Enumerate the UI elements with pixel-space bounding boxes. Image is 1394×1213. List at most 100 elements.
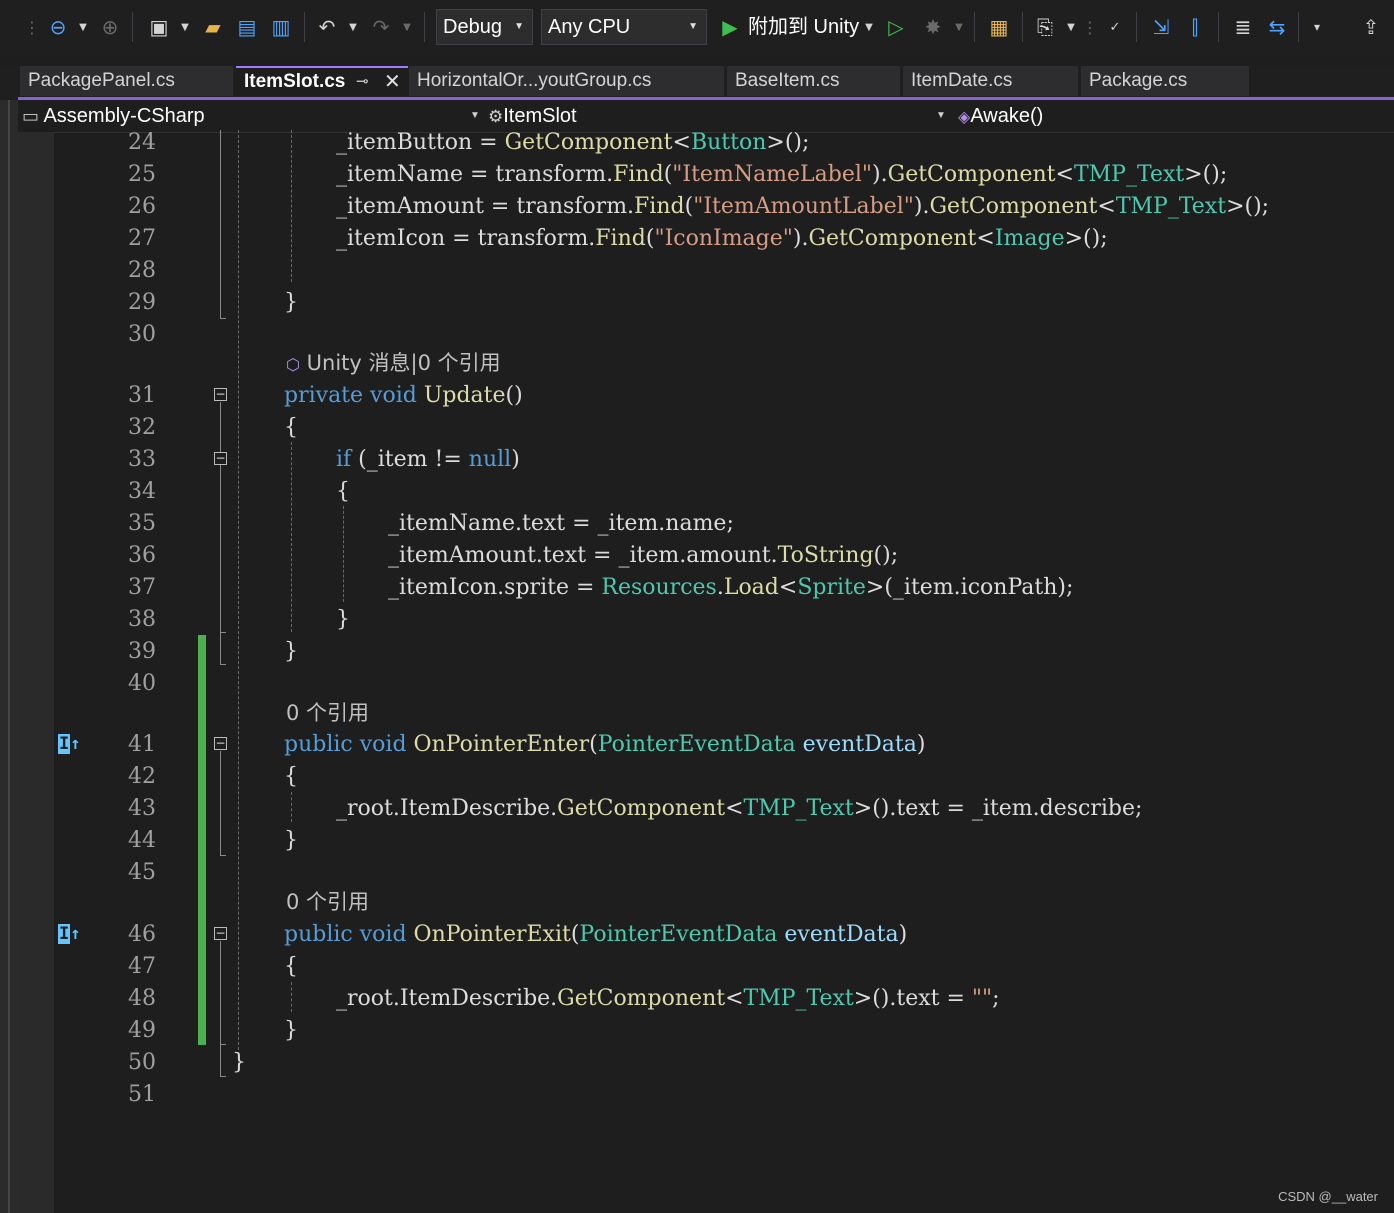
csharp-project-icon: ▭ xyxy=(22,106,40,126)
line-number: 42 xyxy=(128,764,156,789)
tab-itemdate[interactable]: ItemDate.cs xyxy=(903,66,1078,96)
save-icon[interactable]: ▤ xyxy=(232,10,262,44)
codelens-references[interactable]: 0 个引用 xyxy=(286,886,369,918)
hot-reload-dropdown-icon[interactable]: ▼ xyxy=(952,10,966,44)
back-dropdown-icon[interactable]: ▼ xyxy=(76,10,90,44)
line-number: 29 xyxy=(128,290,156,315)
undo-dropdown-icon[interactable]: ▼ xyxy=(346,10,360,44)
collapse-pointer-enter-toggle[interactable]: − xyxy=(214,737,227,750)
chevron-down-icon: ▼ xyxy=(514,21,524,32)
method-icon: ◈ xyxy=(958,109,971,126)
tab-package[interactable]: Package.cs xyxy=(1081,66,1249,96)
collapse-if-toggle[interactable]: − xyxy=(214,452,227,465)
line-number: 51 xyxy=(128,1082,156,1107)
start-without-debugging-icon[interactable]: ▷ xyxy=(884,10,908,44)
line-number: 39 xyxy=(128,639,156,664)
main-toolbar: ⋮ ⊖ ▼ ⊕ ▣ ▼ ▰ ▤ ▥ ↶ ▼ ↷ ▼ Debug ▼ Any CP… xyxy=(0,0,1394,56)
tab-horizontal-layout-group[interactable]: HorizontalOr...youtGroup.cs xyxy=(409,66,724,96)
implements-interface-icon[interactable]: I↑ xyxy=(58,924,81,944)
code-line: private void Update() xyxy=(284,383,523,408)
new-project-dropdown-icon[interactable]: ▼ xyxy=(178,10,192,44)
line-number: 36 xyxy=(128,543,156,568)
code-line: } xyxy=(284,290,298,315)
tab-label: BaseItem.cs xyxy=(735,70,840,91)
tab-label: ItemSlot.cs xyxy=(244,71,346,92)
code-line: _root.ItemDescribe.GetComponent<TMP_Text… xyxy=(336,796,1143,821)
solution-configuration-dropdown[interactable]: Debug ▼ xyxy=(436,9,533,45)
outline-end-tick xyxy=(220,664,226,665)
spell-check-icon[interactable]: ✓ xyxy=(1100,10,1130,44)
toolbar-overflow-icon[interactable]: ▾ xyxy=(1306,10,1328,44)
toolbar-separator xyxy=(424,12,425,42)
uncomment-icon[interactable]: ⇆ xyxy=(1262,10,1292,44)
browser-link-icon[interactable]: ⎘ xyxy=(1030,10,1060,44)
unity-cube-icon: ⬡ xyxy=(286,355,300,374)
toolbar-separator xyxy=(304,12,305,42)
outline-rail xyxy=(220,130,221,318)
tab-baseitem[interactable]: BaseItem.cs xyxy=(727,66,900,96)
line-number: 44 xyxy=(128,828,156,853)
member-name: Awake() xyxy=(970,105,1044,127)
attach-to-unity-button[interactable]: 附加到 Unity xyxy=(748,10,859,44)
line-number: 31 xyxy=(128,383,156,408)
line-number: 33 xyxy=(128,447,156,472)
codelens-references[interactable]: 0 个引用 xyxy=(286,697,369,729)
implements-interface-icon[interactable]: I↑ xyxy=(58,734,81,754)
close-icon[interactable]: ✕ xyxy=(384,68,401,96)
code-line: { xyxy=(284,415,298,440)
indent-guide xyxy=(343,506,344,602)
hot-reload-icon[interactable]: ✸ xyxy=(918,10,948,44)
code-line: if (_item != null) xyxy=(336,447,520,472)
tab-label: HorizontalOr...youtGroup.cs xyxy=(417,70,652,91)
comment-out-icon[interactable]: ≣ xyxy=(1228,10,1258,44)
play-icon[interactable]: ▶ xyxy=(718,10,742,44)
tab-itemslot[interactable]: ItemSlot.cs ⊸ ✕ xyxy=(236,66,408,96)
project-name: Assembly-CSharp xyxy=(43,105,205,127)
tab-packagepanel[interactable]: PackagePanel.cs xyxy=(20,66,233,96)
line-number: 48 xyxy=(128,986,156,1011)
save-all-icon[interactable]: ▥ xyxy=(266,10,296,44)
line-number: 32 xyxy=(128,415,156,440)
live-share-icon[interactable]: ⇪ xyxy=(1356,10,1386,44)
collapse-update-toggle[interactable]: − xyxy=(214,388,227,401)
codelens-text: 0 个引用 xyxy=(286,701,370,725)
codelens-unity-message[interactable]: ⬡ Unity 消息|0 个引用 xyxy=(286,347,501,381)
line-number: 34 xyxy=(128,479,156,504)
collapse-pointer-exit-toggle[interactable]: − xyxy=(214,927,227,940)
set-bookmark-icon[interactable]: ⇲ xyxy=(1146,10,1176,44)
code-line: } xyxy=(284,639,298,664)
line-number: 38 xyxy=(128,607,156,632)
bookmark-list-icon[interactable]: ⫿ xyxy=(1180,10,1210,44)
open-folder-icon[interactable]: ▰ xyxy=(198,10,228,44)
outline-end-tick xyxy=(220,318,226,319)
line-number: 27 xyxy=(128,226,156,251)
tab-label: PackagePanel.cs xyxy=(28,70,175,91)
redo-icon[interactable]: ↷ xyxy=(366,10,396,44)
line-number: 24 xyxy=(128,130,156,155)
toolbar-separator xyxy=(132,12,133,42)
solution-platform-dropdown[interactable]: Any CPU ▼ xyxy=(541,9,707,45)
pin-icon[interactable]: ⊸ xyxy=(356,68,369,96)
solution-explorer-icon[interactable]: ▦ xyxy=(984,10,1014,44)
indent-guide xyxy=(291,982,292,1012)
redo-dropdown-icon[interactable]: ▼ xyxy=(400,10,414,44)
browser-link-dropdown-icon[interactable]: ▼ xyxy=(1064,10,1078,44)
line-number: 37 xyxy=(128,575,156,600)
new-project-icon[interactable]: ▣ xyxy=(144,10,174,44)
indent-guide xyxy=(291,442,292,632)
code-line: } xyxy=(232,1050,246,1075)
code-line: } xyxy=(336,607,350,632)
code-line: _root.ItemDescribe.GetComponent<TMP_Text… xyxy=(336,986,1000,1011)
line-number: 41 xyxy=(128,732,156,757)
code-line: { xyxy=(284,954,298,979)
member-dropdown[interactable]: ◈Awake() xyxy=(958,100,1378,132)
code-line: _itemIcon = transform.Find("IconImage").… xyxy=(336,226,1108,251)
attach-dropdown-icon[interactable]: ▼ xyxy=(862,10,876,44)
back-icon[interactable]: ⊖ xyxy=(44,10,72,44)
chevron-down-icon: ▼ xyxy=(936,110,946,121)
outline-end-tick xyxy=(220,855,226,856)
line-number: 26 xyxy=(128,194,156,219)
line-number: 30 xyxy=(128,322,156,347)
forward-icon[interactable]: ⊕ xyxy=(96,10,124,44)
undo-icon[interactable]: ↶ xyxy=(312,10,342,44)
